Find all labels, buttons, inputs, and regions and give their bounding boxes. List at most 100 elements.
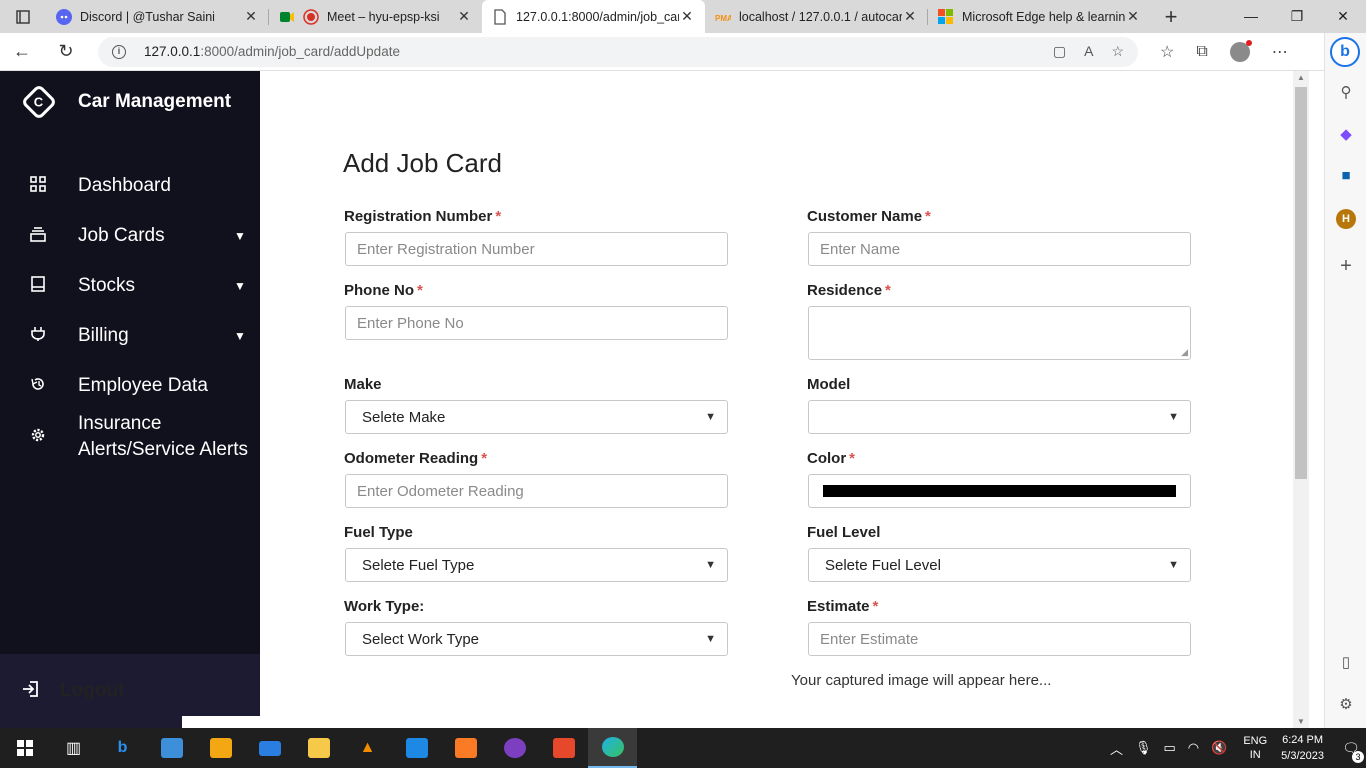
- sidebar-item-job-cards[interactable]: Job Cards ▼: [0, 223, 260, 249]
- mail-icon[interactable]: [245, 728, 294, 768]
- sidebar-item-employee-data[interactable]: Employee Data: [0, 373, 260, 399]
- collections-icon[interactable]: ⧉: [1196, 43, 1207, 61]
- page-title: Add Job Card: [343, 148, 502, 178]
- tab-meet[interactable]: Meet – hyu-epsp-ksi ✕: [269, 0, 482, 33]
- minimize-icon[interactable]: —: [1228, 8, 1274, 25]
- vscode-icon[interactable]: [392, 728, 441, 768]
- clock[interactable]: 6:24 PM 5/3/2023: [1281, 732, 1324, 764]
- close-window-icon[interactable]: ✕: [1320, 8, 1366, 25]
- account-h-icon[interactable]: H: [1336, 209, 1356, 229]
- settings-icon[interactable]: ⚙: [1325, 695, 1366, 713]
- estimate-input[interactable]: Enter Estimate: [808, 622, 1191, 656]
- task-view-icon[interactable]: ▥: [49, 728, 98, 768]
- more-icon[interactable]: ⋯: [1272, 42, 1288, 62]
- info-icon[interactable]: i: [112, 44, 126, 59]
- phone-input[interactable]: Enter Phone No: [345, 306, 728, 340]
- make-select[interactable]: Selete Make ▼: [345, 400, 728, 434]
- residence-textarea[interactable]: ◢: [808, 306, 1191, 360]
- gear-icon: [0, 427, 78, 448]
- logout-label: Logout: [60, 680, 125, 701]
- camera-blocked-icon[interactable]: ▢: [1053, 43, 1066, 60]
- chevron-down-icon[interactable]: ▼: [220, 229, 260, 243]
- tab-edge-help[interactable]: Microsoft Edge help & learnin ✕: [928, 0, 1151, 33]
- new-tab-button[interactable]: +: [1151, 4, 1191, 30]
- tab-phpmyadmin[interactable]: PMA localhost / 127.0.0.1 / autocar ✕: [705, 0, 928, 33]
- language-indicator[interactable]: ENG IN: [1243, 734, 1267, 762]
- box-icon: [0, 275, 78, 297]
- registration-input[interactable]: Enter Registration Number: [345, 232, 728, 266]
- url-host: 127.0.0.1: [144, 44, 201, 59]
- microphone-icon[interactable]: 🎙: [1135, 740, 1152, 756]
- bing-icon[interactable]: b: [1330, 37, 1360, 67]
- xampp-icon[interactable]: [441, 728, 490, 768]
- app-sidebar: C Car Management Dashboard Job Cards ▼ S…: [0, 71, 260, 728]
- start-icon[interactable]: [0, 728, 49, 768]
- resize-grip-icon[interactable]: ◢: [1181, 347, 1188, 358]
- scroll-down-icon[interactable]: ▼: [1293, 717, 1309, 726]
- sidebar-toggle-icon[interactable]: ▯: [1325, 653, 1366, 671]
- tab-title: Microsoft Edge help & learnin: [962, 9, 1125, 24]
- discord-icon: [56, 8, 72, 25]
- sidebar-item-billing[interactable]: Billing ▼: [0, 323, 260, 349]
- close-icon[interactable]: ✕: [456, 8, 472, 25]
- tab-discord[interactable]: Discord | @Tushar Saini ✕: [46, 0, 269, 33]
- store-icon[interactable]: [196, 728, 245, 768]
- read-aloud-icon[interactable]: A: [1084, 43, 1093, 60]
- color-swatch: [823, 485, 1176, 497]
- bing-taskbar-icon[interactable]: b: [98, 728, 147, 768]
- chevron-down-icon: ▼: [1168, 559, 1179, 571]
- search-icon[interactable]: ⚲: [1325, 83, 1366, 101]
- add-icon[interactable]: +: [1325, 255, 1366, 278]
- address-bar[interactable]: i 127.0.0.1:8000/admin/job_card/addUpdat…: [98, 36, 1138, 67]
- file-explorer-icon[interactable]: [294, 728, 343, 768]
- favorite-add-icon[interactable]: ☆: [1111, 43, 1124, 60]
- back-icon[interactable]: ←: [0, 41, 44, 62]
- tab-job-card[interactable]: 127.0.0.1:8000/admin/job_car ✕: [482, 0, 705, 33]
- chevron-down-icon[interactable]: ▼: [220, 329, 260, 343]
- vlc-icon[interactable]: ▲: [343, 728, 392, 768]
- sidebar-item-alerts[interactable]: Insurance Alerts/Service Alerts: [0, 411, 260, 463]
- scroll-up-icon[interactable]: ▲: [1293, 73, 1309, 82]
- logout-icon: [0, 680, 60, 703]
- edge-icon[interactable]: [588, 728, 637, 768]
- page-scrollbar[interactable]: ▲ ▼: [1293, 71, 1309, 728]
- close-icon[interactable]: ✕: [902, 8, 918, 25]
- brand[interactable]: C Car Management: [20, 83, 231, 121]
- refresh-icon[interactable]: ↻: [44, 41, 88, 62]
- fuel-type-select[interactable]: Selete Fuel Type ▼: [345, 548, 728, 582]
- color-picker[interactable]: [808, 474, 1191, 508]
- registration-label: Registration Number *: [344, 208, 502, 225]
- stack-icon: [0, 226, 78, 247]
- battery-icon[interactable]: ▭: [1164, 740, 1176, 756]
- close-icon[interactable]: ✕: [1125, 8, 1141, 25]
- sidebar-item-stocks[interactable]: Stocks ▼: [0, 273, 260, 299]
- grid-icon: [0, 175, 78, 197]
- tab-actions-icon[interactable]: [0, 0, 46, 33]
- close-icon[interactable]: ✕: [679, 8, 695, 25]
- model-select[interactable]: ▼: [808, 400, 1191, 434]
- sidebar-item-dashboard[interactable]: Dashboard: [0, 173, 260, 199]
- sidebar-item-label: Job Cards: [78, 225, 165, 246]
- github-desktop-icon[interactable]: [490, 728, 539, 768]
- wifi-icon[interactable]: ◠: [1188, 740, 1199, 756]
- fuel-level-select[interactable]: Selete Fuel Level ▼: [808, 548, 1191, 582]
- restore-icon[interactable]: ❐: [1274, 8, 1320, 25]
- sidebar-item-label: Dashboard: [78, 175, 171, 196]
- close-icon[interactable]: ✕: [243, 8, 259, 25]
- work-type-select[interactable]: Select Work Type ▼: [345, 622, 728, 656]
- brave-icon[interactable]: [539, 728, 588, 768]
- customer-name-input[interactable]: Enter Name: [808, 232, 1191, 266]
- phpmyadmin-icon: PMA: [715, 9, 731, 25]
- browser-tab-bar: Discord | @Tushar Saini ✕ Meet – hyu-eps…: [0, 0, 1366, 33]
- outlook-icon[interactable]: ■: [1325, 167, 1366, 184]
- chevron-down-icon[interactable]: ▼: [220, 279, 260, 293]
- volume-muted-icon[interactable]: 🔇: [1211, 740, 1227, 756]
- odometer-input[interactable]: Enter Odometer Reading: [345, 474, 728, 508]
- notification-icon[interactable]: 🗨 3: [1336, 740, 1366, 763]
- chevron-up-icon[interactable]: ︿: [1110, 739, 1123, 758]
- profile-avatar[interactable]: [1229, 39, 1252, 62]
- scroll-thumb[interactable]: [1295, 87, 1307, 479]
- shopping-icon[interactable]: ◆: [1325, 125, 1366, 143]
- favorites-icon[interactable]: ☆: [1160, 42, 1174, 62]
- control-panel-icon[interactable]: [147, 728, 196, 768]
